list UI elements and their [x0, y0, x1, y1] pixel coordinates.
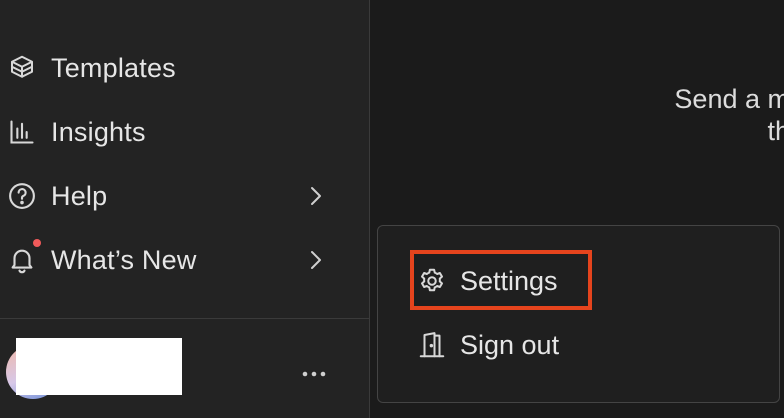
sidebar: Templates Insights Help What’s New	[0, 0, 370, 418]
notification-dot	[33, 239, 41, 247]
chevron-right-icon	[303, 184, 327, 208]
sidebar-item-help[interactable]: Help	[0, 172, 340, 220]
sidebar-item-label: Templates	[51, 52, 176, 83]
sidebar-item-whats-new[interactable]: What’s New	[0, 236, 340, 284]
account-menu: Settings Sign out	[377, 225, 780, 403]
gear-icon	[416, 265, 448, 297]
settings-label: Settings	[460, 265, 558, 296]
sidebar-item-label: Help	[51, 180, 108, 211]
question-circle-icon	[6, 180, 38, 212]
sidebar-divider	[0, 318, 369, 319]
sidebar-item-label: Insights	[51, 116, 146, 147]
chevron-right-icon	[303, 248, 327, 272]
sign-out-label: Sign out	[460, 329, 560, 360]
sidebar-item-label: What’s New	[51, 244, 197, 275]
door-exit-icon	[416, 329, 448, 361]
sidebar-item-insights[interactable]: Insights	[0, 108, 340, 156]
box-stack-icon	[6, 52, 38, 84]
sidebar-item-templates[interactable]: Templates	[0, 44, 340, 92]
app-root: Templates Insights Help What’s New Send …	[0, 0, 784, 418]
bar-chart-icon	[6, 116, 38, 148]
bell-icon	[6, 244, 38, 276]
main-text-line-1: Send a m	[674, 84, 784, 114]
menu-item-sign-out[interactable]: Sign out	[416, 323, 756, 367]
menu-item-settings[interactable]: Settings	[416, 259, 756, 303]
main-content-text: Send a m th	[674, 83, 784, 147]
main-text-line-2: th	[767, 116, 784, 146]
more-options-button[interactable]	[298, 360, 330, 388]
redacted-user-name	[16, 338, 182, 395]
ellipsis-icon	[302, 371, 326, 377]
